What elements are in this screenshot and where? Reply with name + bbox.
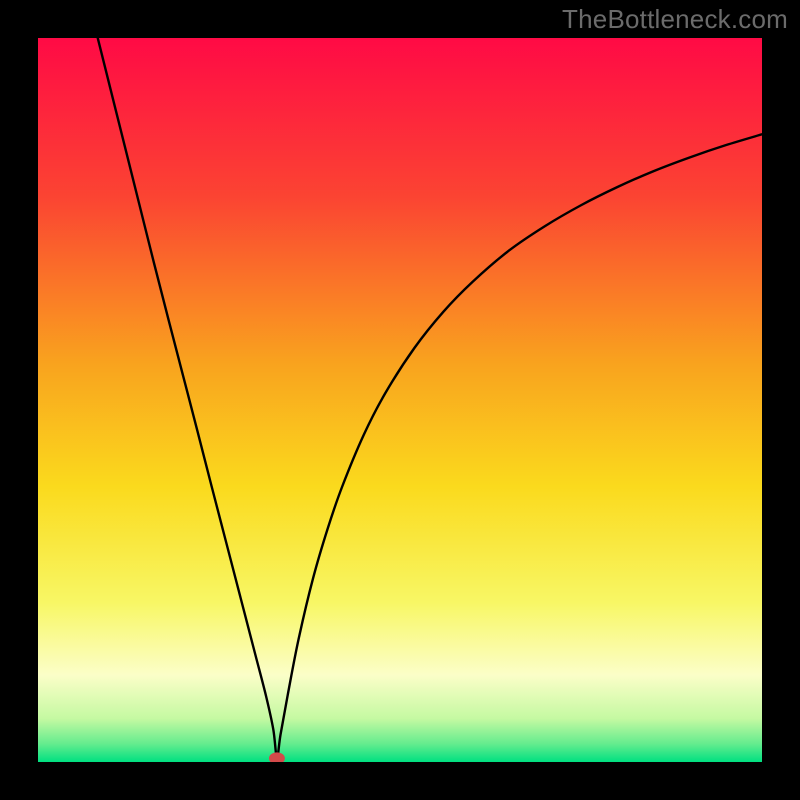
chart-svg xyxy=(38,38,762,762)
chart-canvas xyxy=(38,38,762,762)
chart-background xyxy=(38,38,762,762)
watermark-text: TheBottleneck.com xyxy=(562,4,788,35)
